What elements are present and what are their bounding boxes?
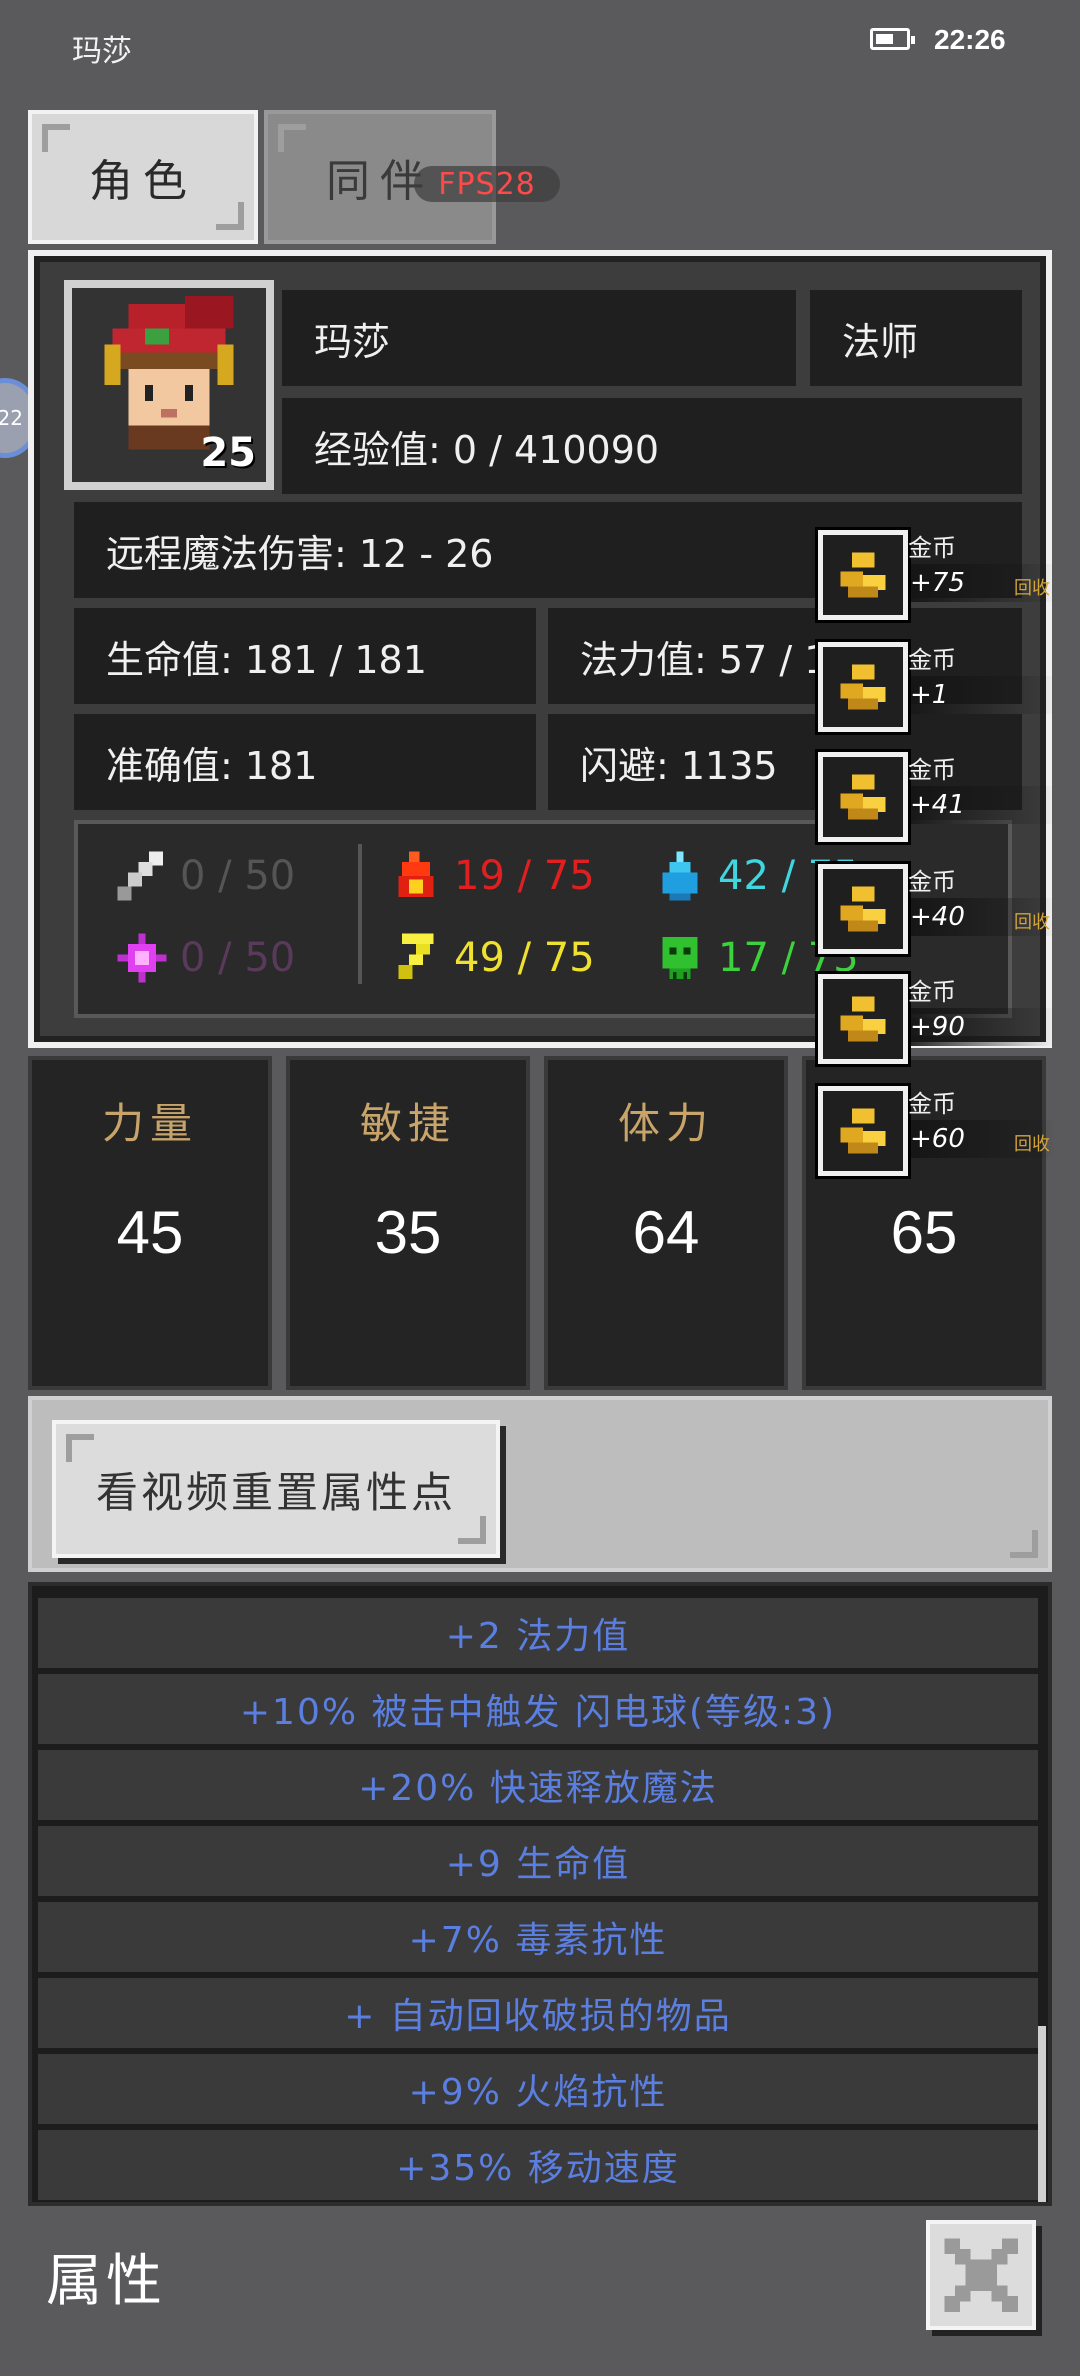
corner-decoration <box>458 1516 486 1544</box>
gold-coin-icon <box>818 864 908 954</box>
list-item: +9 生命值 <box>38 1826 1038 1896</box>
resistance-physical-value: 0 / 50 <box>180 853 296 899</box>
attribute-value: 64 <box>632 1199 700 1266</box>
coin-notification: 金币 +75 回收 <box>818 524 1080 620</box>
hp-value: 生命值: 181 / 181 <box>74 608 536 704</box>
attribute-label: 体力 <box>617 1099 714 1148</box>
recycle-tag: 回收 <box>1014 578 1050 599</box>
corner-decoration <box>278 124 306 152</box>
list-item: +7% 毒素抗性 <box>38 1902 1038 1972</box>
coin-amount: +1 <box>910 680 949 710</box>
reset-panel: 看视频重置属性点 <box>28 1396 1052 1572</box>
recycle-tag: 回收 <box>1014 1134 1050 1155</box>
coin-name: 金币 <box>908 646 956 674</box>
attribute-value: 45 <box>116 1199 184 1266</box>
divider <box>358 844 362 984</box>
clock: 22:26 <box>934 24 1006 55</box>
gold-coin-icon <box>818 974 908 1064</box>
gold-coin-icon <box>818 642 908 732</box>
scrollbar[interactable] <box>1038 2026 1046 2202</box>
fps-counter: FPS28 <box>414 166 560 202</box>
coin-name: 金币 <box>908 756 956 784</box>
fire-icon <box>398 851 434 897</box>
gold-coin-icon <box>818 752 908 842</box>
coin-notification: 金币 +41 <box>818 746 1080 842</box>
reset-button-label: 看视频重置属性点 <box>95 1467 456 1517</box>
water-drop-icon <box>662 851 698 901</box>
resistance-fire-value: 19 / 75 <box>454 853 595 899</box>
corner-decoration <box>66 1434 94 1462</box>
tab-character-label: 角色 <box>89 156 197 207</box>
coin-amount: +75 <box>910 568 965 598</box>
list-item: +9% 火焰抗性 <box>38 2054 1038 2124</box>
corner-decoration <box>216 202 244 230</box>
character-portrait[interactable]: 25 <box>64 280 274 490</box>
bonus-list[interactable]: +2 法力值 +10% 被击中触发 闪电球(等级:3) +20% 快速释放魔法 … <box>28 1582 1052 2206</box>
watch-video-reset-button[interactable]: 看视频重置属性点 <box>52 1420 500 1558</box>
coin-name: 金币 <box>908 978 956 1006</box>
side-floating-label: 22 <box>0 406 23 430</box>
list-item: +2 法力值 <box>38 1598 1038 1668</box>
coin-amount: +60 <box>910 1124 965 1154</box>
coin-notification: 金币 +90 <box>818 968 1080 1064</box>
page-title: 属性 <box>46 2249 166 2314</box>
coin-name: 金币 <box>908 1090 956 1118</box>
close-button[interactable] <box>926 2220 1036 2330</box>
list-item: +35% 移动速度 <box>38 2130 1038 2200</box>
coin-amount: +40 <box>910 902 965 932</box>
list-item: +20% 快速释放魔法 <box>38 1750 1038 1820</box>
coin-notification: 金币 +1 <box>818 636 1080 732</box>
close-icon <box>944 2238 1018 2312</box>
attribute-label: 力量 <box>101 1099 198 1148</box>
tab-character[interactable]: 角色 <box>28 110 258 244</box>
attribute-stamina[interactable]: 体力 64 <box>544 1056 788 1390</box>
battery-icon <box>870 28 915 50</box>
sword-icon <box>117 851 163 901</box>
resistance-physical: 0 / 50 <box>114 848 295 904</box>
resistance-fire: 19 / 75 <box>388 848 595 904</box>
corner-decoration <box>1010 1530 1038 1558</box>
coin-notification: 金币 +60 回收 <box>818 1080 1080 1176</box>
poison-skull-icon <box>662 937 698 979</box>
coin-amount: +41 <box>910 790 965 820</box>
gold-coin-icon <box>818 1086 908 1176</box>
attribute-value: 65 <box>890 1199 958 1266</box>
magic-star-icon <box>117 933 167 983</box>
list-item: + 自动回收破损的物品 <box>38 1978 1038 2048</box>
character-name: 玛莎 <box>282 290 796 386</box>
list-item: +10% 被击中触发 闪电球(等级:3) <box>38 1674 1038 1744</box>
attribute-agility[interactable]: 敏捷 35 <box>286 1056 530 1390</box>
experience-value: 经验值: 0 / 410090 <box>282 398 1022 494</box>
corner-decoration <box>42 124 70 152</box>
resistance-magic: 0 / 50 <box>114 930 295 986</box>
attribute-strength[interactable]: 力量 45 <box>28 1056 272 1390</box>
coin-amount: +90 <box>910 1012 965 1042</box>
gold-coin-icon <box>818 530 908 620</box>
recycle-tag: 回收 <box>1014 912 1050 933</box>
resistance-magic-value: 0 / 50 <box>180 935 296 981</box>
coin-name: 金币 <box>908 868 956 896</box>
attribute-value: 35 <box>374 1199 442 1266</box>
lightning-icon <box>398 933 434 979</box>
attribute-label: 敏捷 <box>359 1099 456 1148</box>
character-level: 25 <box>200 430 256 476</box>
coin-name: 金币 <box>908 534 956 562</box>
resistance-lightning: 49 / 75 <box>388 930 595 986</box>
coin-notification: 金币 +40 回收 <box>818 858 1080 954</box>
accuracy-value: 准确值: 181 <box>74 714 536 810</box>
character-class: 法师 <box>810 290 1022 386</box>
resistance-lightning-value: 49 / 75 <box>454 935 595 981</box>
status-bar-title: 玛莎 <box>72 34 132 69</box>
